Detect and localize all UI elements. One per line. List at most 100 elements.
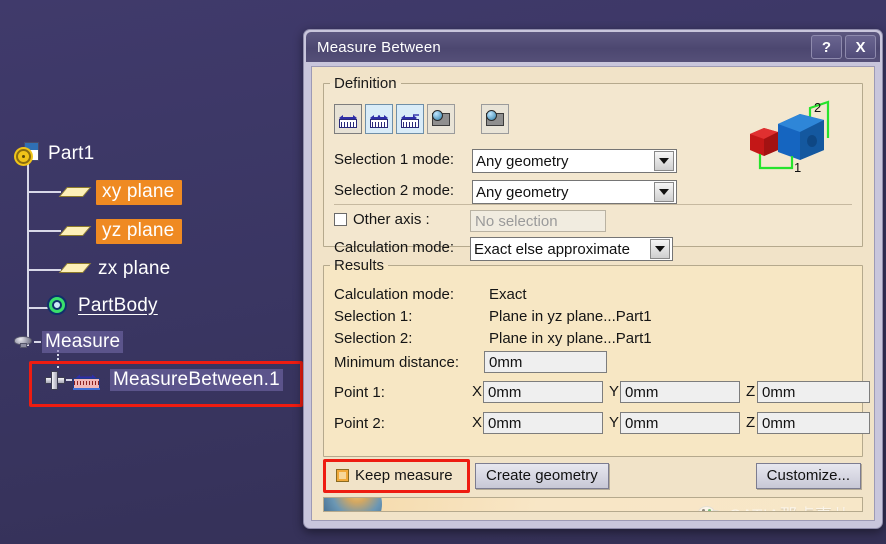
results-legend: Results	[334, 257, 385, 274]
chevron-down-icon[interactable]	[654, 182, 674, 202]
measure-mode-toolbar[interactable]	[334, 104, 509, 134]
selection2-mode-row: Selection 2 mode:	[334, 182, 454, 199]
point2-y-value: 0mm	[625, 414, 659, 432]
definition-divider	[334, 204, 852, 205]
point2-z-input[interactable]: 0mm	[757, 412, 870, 434]
results-selection2-row: Selection 2: Plane in xy plane...Part1	[334, 330, 652, 347]
point1-y-value: 0mm	[625, 383, 659, 401]
point1-x-input[interactable]: 0mm	[483, 381, 603, 403]
definition-group: Definition 1 2 Selection 1 mode: Any geo…	[323, 75, 863, 261]
results-group: Results Calculation mode: Exact Selectio…	[323, 257, 870, 457]
point2-x-axis-label: X	[472, 414, 483, 431]
measure-between-chain-tool-icon	[369, 108, 389, 130]
tree-item-label: Part1	[48, 143, 95, 164]
tree-connector-yz	[28, 230, 61, 232]
minimum-distance-label: Minimum distance:	[334, 354, 460, 371]
selection1-mode-select[interactable]: Any geometry	[472, 149, 677, 173]
other-axis-input[interactable]: No selection	[470, 210, 606, 232]
dialog-titlebar[interactable]: Measure Between ? X	[306, 32, 880, 62]
dialog-footer-panel: CATIA那点事儿	[323, 497, 863, 512]
measure-preview-graphic: 1 2	[744, 98, 840, 178]
point1-z-value: 0mm	[762, 383, 796, 401]
calculation-mode-value: Exact else approximate	[474, 240, 630, 258]
dialog-bottom-bar: Keep measure Create geometry Customize..…	[323, 459, 863, 493]
measure-between-fan-tool-button[interactable]	[396, 104, 424, 134]
minimum-distance-row: Minimum distance:	[334, 354, 459, 371]
svg-text:2: 2	[814, 100, 821, 115]
results-selection2-label: Selection 2:	[334, 330, 413, 347]
specification-tree[interactable]: Part1 xy plane yz plane zx plane PartBod…	[0, 128, 310, 428]
point2-label: Point 2:	[334, 415, 385, 432]
tree-item-xy-plane[interactable]: xy plane	[58, 180, 183, 205]
selection1-mode-value: Any geometry	[476, 152, 569, 170]
other-axis-row[interactable]: Other axis :	[334, 211, 430, 228]
point1-x-value: 0mm	[488, 383, 522, 401]
other-axis-checkbox[interactable]	[334, 213, 347, 226]
watermark: CATIA那点事儿	[697, 501, 850, 511]
tree-item-measure-between-1[interactable]: MeasureBetween.1	[44, 369, 283, 391]
measure-between-dialog[interactable]: Measure Between ? X Definition 1 2 Selec…	[303, 29, 883, 529]
dialog-title: Measure Between	[317, 38, 441, 56]
wechat-icon	[697, 504, 724, 511]
globe-icon	[324, 498, 382, 511]
preview-cubes-svg: 1 2	[750, 100, 830, 175]
help-button[interactable]: ?	[811, 35, 842, 59]
create-geometry-button[interactable]: Create geometry	[475, 463, 609, 489]
measure-thickness-tool-icon	[484, 108, 506, 130]
results-selection1-label: Selection 1:	[334, 308, 413, 325]
tree-item-label: Measure	[42, 331, 124, 353]
point2-y-axis-label: Y	[609, 414, 620, 431]
results-selection2-value: Plane in xy plane...Part1	[489, 330, 652, 347]
other-axis-label: Other axis :	[353, 211, 430, 228]
chevron-down-icon[interactable]	[650, 239, 670, 259]
part-document-icon	[16, 142, 42, 166]
cad-viewport[interactable]: Part1 xy plane yz plane zx plane PartBod…	[0, 0, 886, 544]
plane-icon	[58, 224, 92, 240]
tree-connector-xy	[28, 191, 61, 193]
measure-between-chain-tool-button[interactable]	[365, 104, 393, 134]
expand-plus-icon[interactable]	[44, 370, 66, 390]
measure-between-icon	[72, 369, 102, 391]
measure-between-tool-icon	[338, 108, 358, 130]
point1-row: Point 1:	[334, 384, 385, 401]
selection1-mode-label: Selection 1 mode:	[334, 151, 455, 168]
results-calculation-mode-label: Calculation mode:	[334, 286, 455, 303]
keep-measure-checkbox[interactable]	[336, 469, 349, 482]
tree-item-part1[interactable]: Part1	[16, 142, 94, 166]
results-selection1-value: Plane in yz plane...Part1	[489, 308, 652, 325]
tree-item-label: MeasureBetween.1	[110, 369, 283, 391]
customize-button[interactable]: Customize...	[755, 463, 861, 489]
point1-x-axis-label: X	[472, 383, 483, 400]
selection2-mode-value: Any geometry	[476, 183, 569, 201]
close-button[interactable]: X	[845, 35, 876, 59]
calculation-mode-row: Calculation mode:	[334, 239, 454, 256]
point2-x-input[interactable]: 0mm	[483, 412, 603, 434]
point1-z-input[interactable]: 0mm	[757, 381, 870, 403]
tree-item-yz-plane[interactable]: yz plane	[58, 219, 183, 244]
definition-legend: Definition	[334, 75, 397, 92]
results-calculation-mode-value: Exact	[489, 286, 527, 303]
minimum-distance-input[interactable]: 0mm	[484, 351, 607, 373]
watermark-text: CATIA那点事儿	[729, 501, 850, 511]
svg-text:1: 1	[794, 160, 801, 175]
measure-between-tool-button[interactable]	[334, 104, 362, 134]
tree-connector-measure	[57, 350, 59, 370]
chevron-down-icon[interactable]	[654, 151, 674, 171]
tree-item-label: xy plane	[96, 180, 183, 205]
calculation-mode-label: Calculation mode:	[334, 239, 455, 256]
point2-z-value: 0mm	[762, 414, 796, 432]
tree-item-label: zx plane	[98, 258, 171, 279]
tree-item-measure[interactable]: Measure	[14, 331, 124, 353]
point1-y-input[interactable]: 0mm	[620, 381, 740, 403]
point1-label: Point 1:	[334, 384, 385, 401]
point1-z-axis-label: Z	[746, 383, 756, 400]
tree-connector-zx	[28, 269, 61, 271]
tree-item-partbody[interactable]: PartBody	[46, 294, 158, 318]
tree-item-zx-plane[interactable]: zx plane	[58, 258, 171, 280]
selection2-mode-select[interactable]: Any geometry	[472, 180, 677, 204]
point2-y-input[interactable]: 0mm	[620, 412, 740, 434]
measure-item-tool-button[interactable]	[427, 104, 455, 134]
point2-x-value: 0mm	[488, 414, 522, 432]
keep-measure-control[interactable]: Keep measure	[336, 467, 453, 484]
measure-thickness-tool-button[interactable]	[481, 104, 509, 134]
